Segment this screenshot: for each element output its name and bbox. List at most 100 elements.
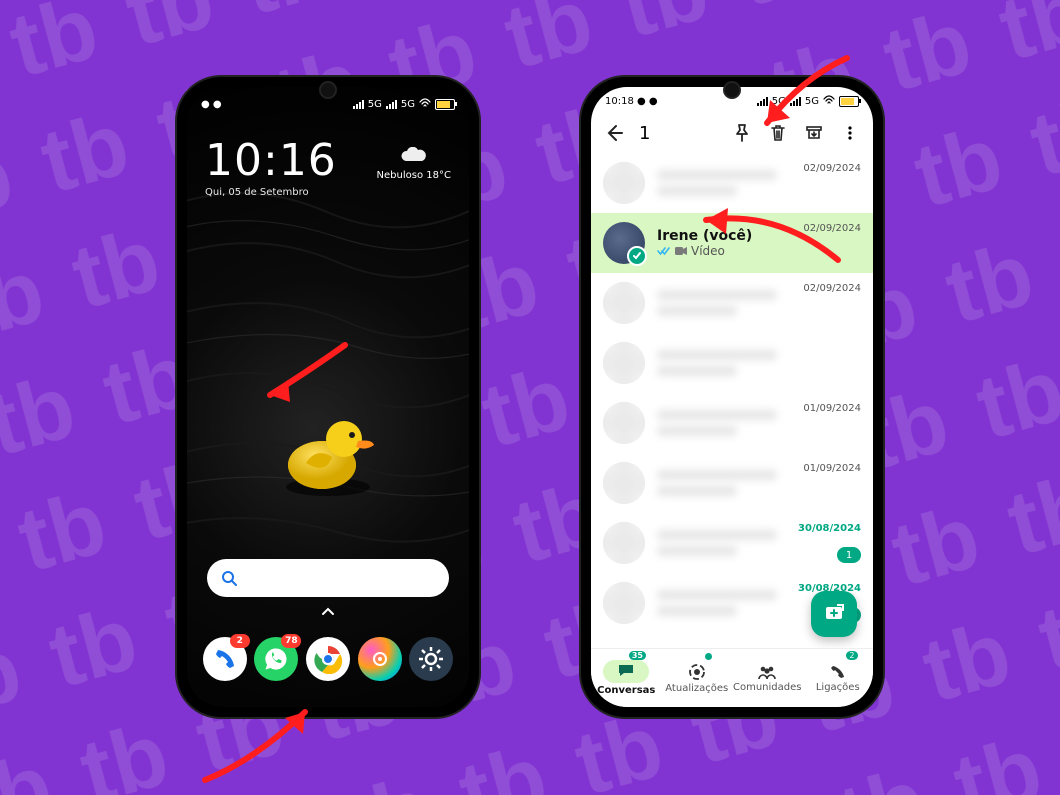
- status-left-icons: ● ●: [201, 99, 222, 110]
- status-time: 10:18: [605, 96, 634, 107]
- bottom-nav: 35 Conversas Atualizações Comunidades 2 …: [591, 648, 873, 707]
- chat-name-blurred: [657, 350, 777, 360]
- signal-icon-2: [790, 96, 801, 106]
- chat-name-blurred: [657, 590, 777, 600]
- gallery-app[interactable]: [358, 637, 402, 681]
- chat-date: 02/09/2024: [803, 283, 861, 294]
- front-camera-notch: [319, 81, 337, 99]
- phone-home-screen: ● ● 5G 5G 10:16 Qui, 05 de Setembro: [177, 77, 479, 717]
- chat-row[interactable]: 02/09/2024: [591, 153, 873, 213]
- app-drawer-handle[interactable]: [321, 605, 335, 619]
- delete-button[interactable]: [767, 122, 789, 144]
- check-icon: [627, 246, 647, 266]
- avatar: [603, 222, 645, 264]
- chat-name-blurred: [657, 470, 777, 480]
- chat-row[interactable]: 01/09/2024: [591, 393, 873, 453]
- phone-badge: 2: [230, 634, 250, 648]
- tab-label: Ligações: [816, 682, 860, 693]
- unread-badge: 1: [837, 547, 861, 563]
- tab-label: Conversas: [597, 685, 655, 696]
- clock-date: Qui, 05 de Setembro: [205, 187, 337, 198]
- pin-button[interactable]: [731, 122, 753, 144]
- wallpaper-duck-illustration: [278, 409, 378, 503]
- chat-date: 02/09/2024: [803, 163, 861, 174]
- clock-widget[interactable]: 10:16 Qui, 05 de Setembro: [205, 139, 337, 198]
- selection-count: 1: [639, 123, 650, 144]
- chat-date: 02/09/2024: [803, 223, 861, 234]
- cloud-icon: [377, 147, 451, 168]
- signal-icon: [757, 96, 768, 106]
- chat-preview-blurred: [657, 546, 737, 556]
- phone-whatsapp-screen: 10:18 ● ● 5G 5G 1: [581, 77, 883, 717]
- battery-icon: [435, 99, 455, 110]
- bg-pattern: tb: [0, 0, 1060, 795]
- signal-icon: [353, 99, 364, 109]
- chat-row[interactable]: Irene (você)Vídeo02/09/2024: [591, 213, 873, 273]
- avatar: [603, 522, 645, 564]
- weather-desc: Nebuloso: [377, 170, 424, 181]
- status-icon: [688, 663, 706, 681]
- back-button[interactable]: [603, 122, 625, 144]
- chat-preview-blurred: [657, 366, 737, 376]
- signal-icon-2: [386, 99, 397, 109]
- net-type-label-2: 5G: [805, 96, 819, 107]
- wifi-icon: [419, 98, 431, 111]
- battery-icon: [839, 96, 859, 107]
- tab-dot: [705, 653, 712, 660]
- chat-preview-blurred: [657, 306, 737, 316]
- tab-conversas-badge: 35: [629, 651, 646, 660]
- more-button[interactable]: [839, 122, 861, 144]
- weather-temp: 18°C: [426, 170, 451, 181]
- chat-preview: Vídeo: [657, 244, 861, 258]
- avatar: [603, 402, 645, 444]
- chat-name-blurred: [657, 290, 777, 300]
- whatsapp-badge: 78: [281, 634, 301, 648]
- chat-row[interactable]: [591, 333, 873, 393]
- chat-name-blurred: [657, 410, 777, 420]
- net-type-label-2: 5G: [401, 99, 415, 110]
- settings-app[interactable]: [409, 637, 453, 681]
- dock: 2 78: [199, 633, 457, 685]
- avatar: [603, 342, 645, 384]
- search-icon: [221, 570, 237, 586]
- weather-widget[interactable]: Nebuloso 18°C: [377, 147, 451, 181]
- communities-icon: [757, 664, 777, 680]
- chat-name-blurred: [657, 530, 777, 540]
- chat-date: 01/09/2024: [803, 463, 861, 474]
- avatar: [603, 282, 645, 324]
- tab-ligacoes[interactable]: 2 Ligações: [803, 649, 874, 707]
- chat-row[interactable]: 30/08/20241: [591, 513, 873, 573]
- whatsapp-app[interactable]: 78: [254, 637, 298, 681]
- archive-button[interactable]: [803, 122, 825, 144]
- chat-preview-blurred: [657, 486, 737, 496]
- chrome-app[interactable]: [306, 637, 350, 681]
- clock-time: 10:16: [205, 139, 337, 183]
- phone-app[interactable]: 2: [203, 637, 247, 681]
- tutorial-canvas: tb: [0, 0, 1060, 795]
- tab-label: Atualizações: [665, 683, 728, 694]
- chat-row[interactable]: 01/09/2024: [591, 453, 873, 513]
- chat-list[interactable]: 02/09/2024Irene (você)Vídeo02/09/202402/…: [591, 153, 873, 649]
- front-camera-notch: [723, 81, 741, 99]
- tab-atualizacoes[interactable]: Atualizações: [662, 649, 733, 707]
- wifi-icon: [823, 95, 835, 108]
- net-type-label: 5G: [772, 96, 786, 107]
- video-icon: [674, 246, 688, 256]
- chat-preview-blurred: [657, 186, 737, 196]
- search-bar[interactable]: [207, 559, 449, 597]
- double-check-icon: [657, 246, 671, 256]
- avatar: [603, 462, 645, 504]
- chat-icon: [617, 663, 635, 677]
- calls-icon: [830, 664, 846, 680]
- chat-name-blurred: [657, 170, 777, 180]
- chat-date: 01/09/2024: [803, 403, 861, 414]
- tab-label: Comunidades: [733, 682, 801, 693]
- chat-preview-blurred: [657, 426, 737, 436]
- avatar: [603, 582, 645, 624]
- tab-ligacoes-badge: 2: [846, 651, 857, 660]
- tab-comunidades[interactable]: Comunidades: [732, 649, 803, 707]
- new-chat-fab[interactable]: [811, 591, 857, 637]
- net-type-label: 5G: [368, 99, 382, 110]
- chat-row[interactable]: 02/09/2024: [591, 273, 873, 333]
- tab-conversas[interactable]: 35 Conversas: [591, 649, 662, 707]
